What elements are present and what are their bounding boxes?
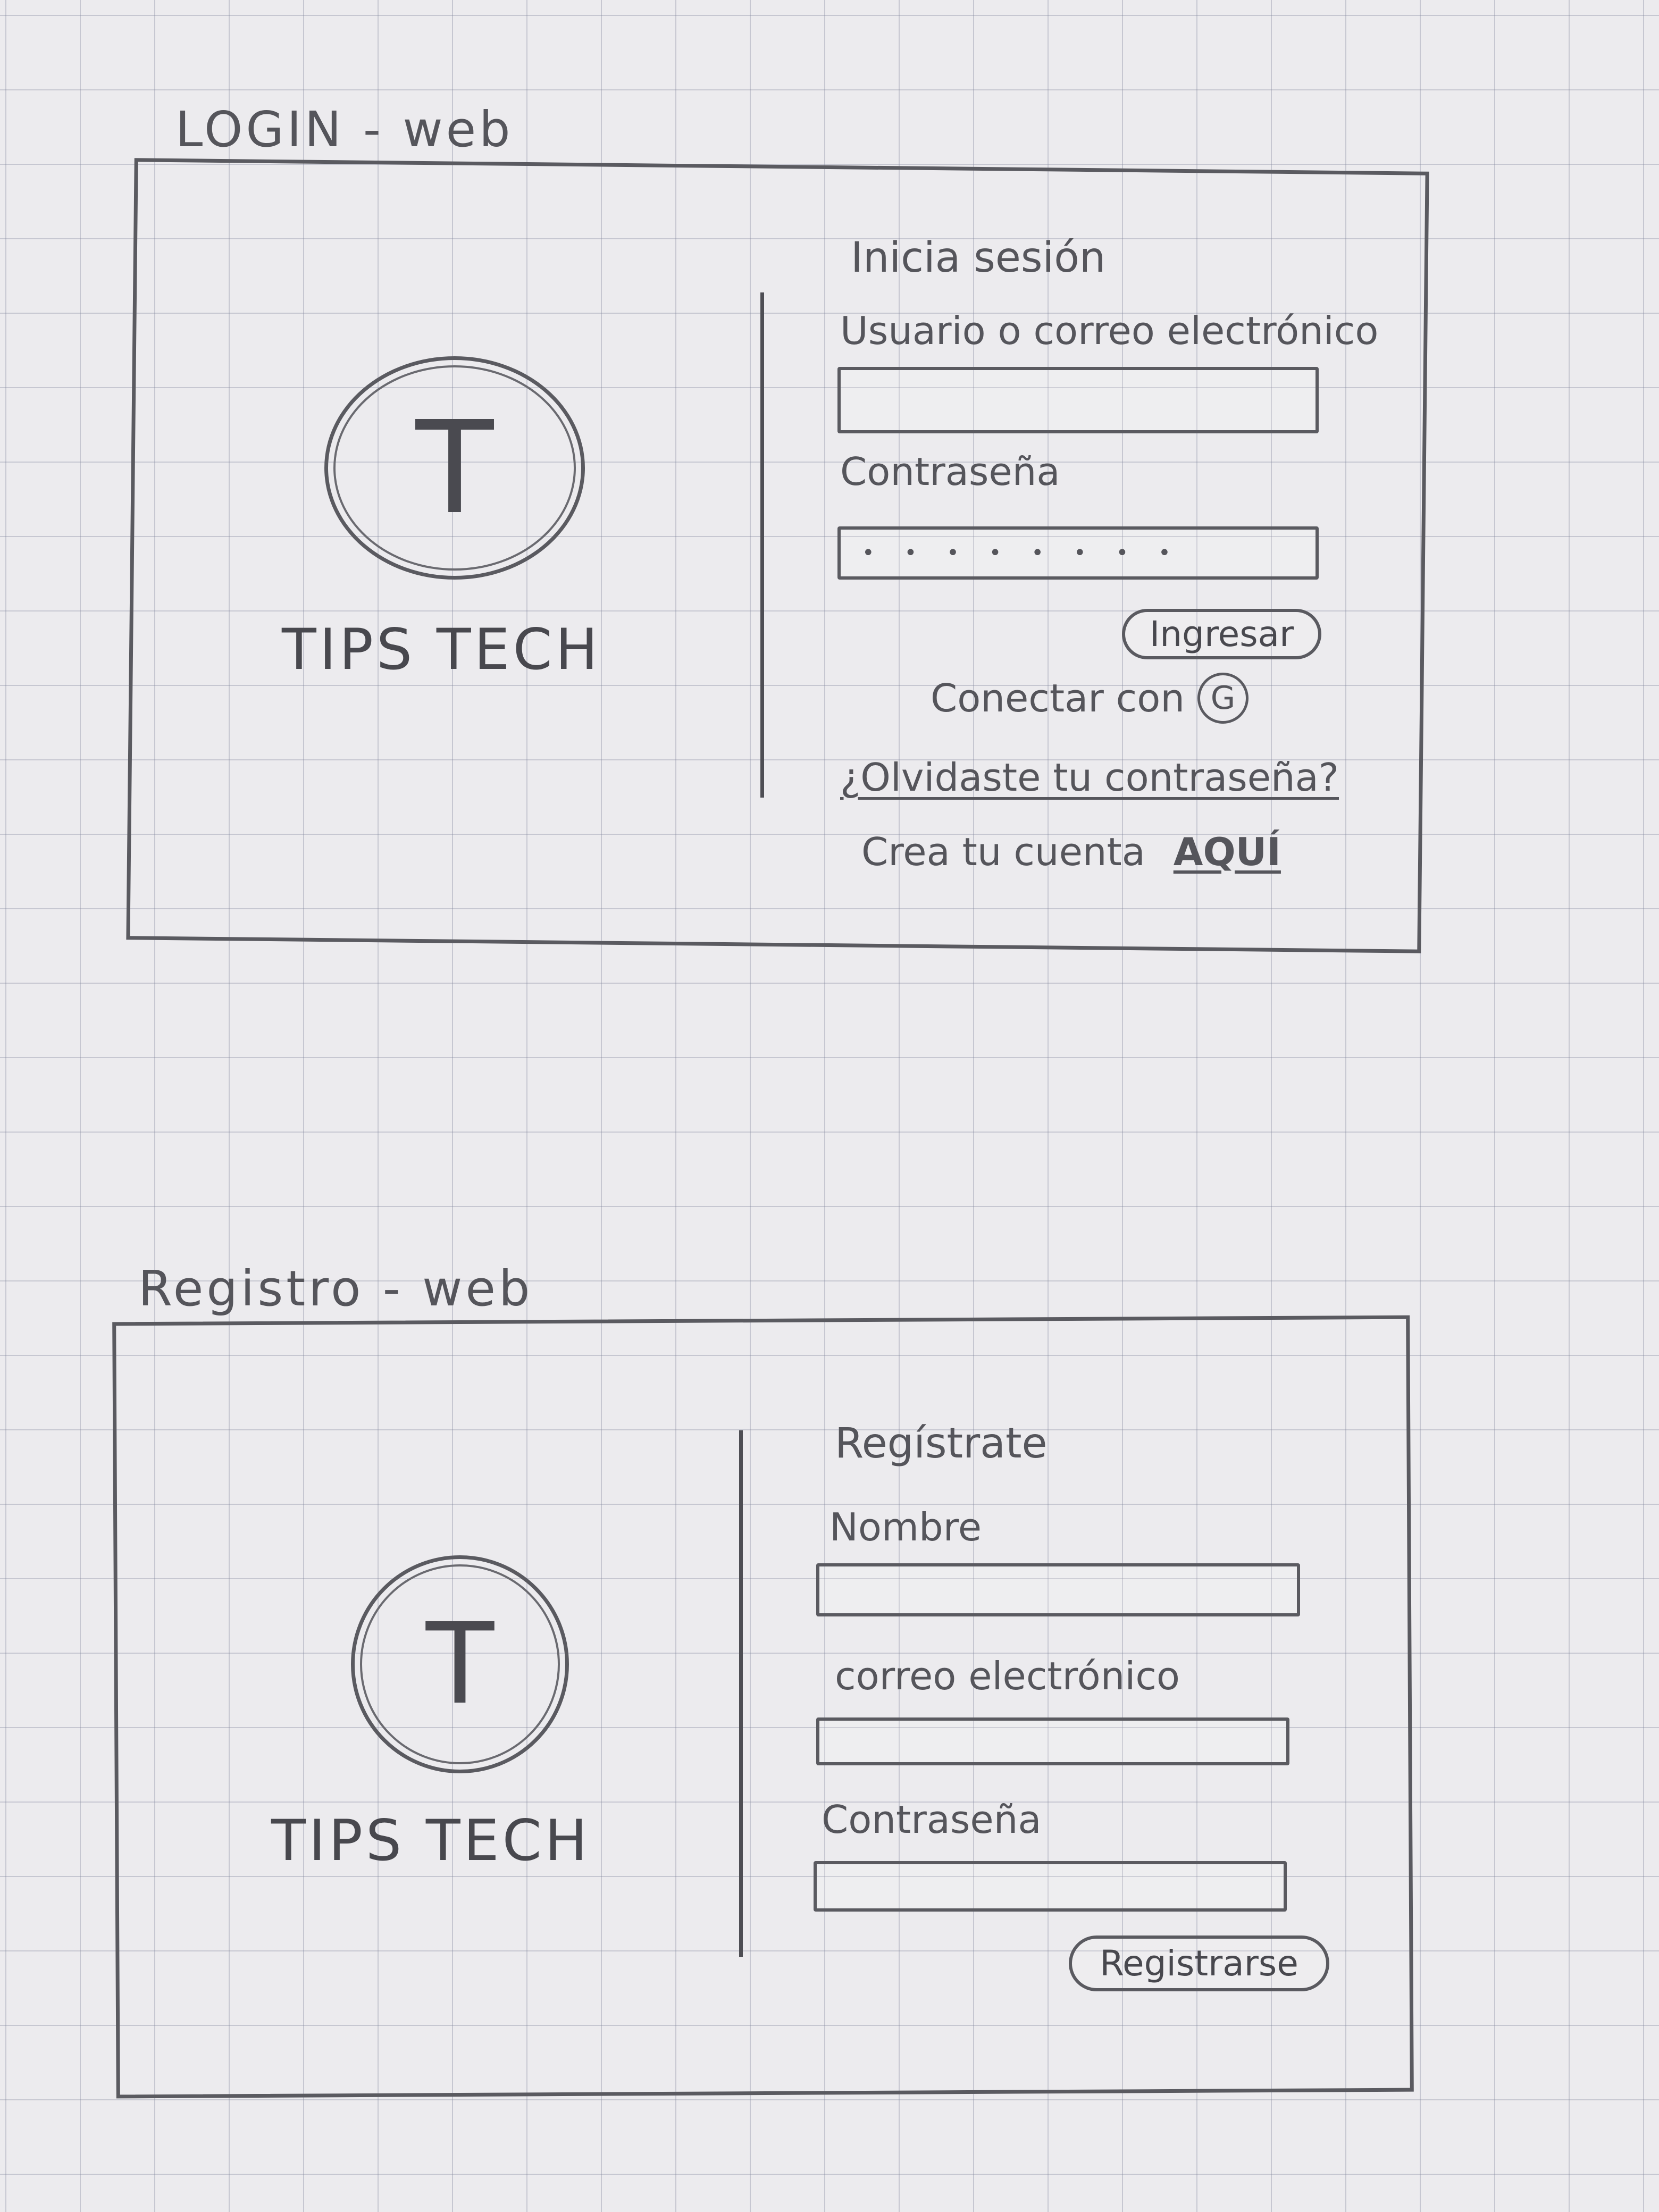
google-connect-label: Conectar con xyxy=(931,676,1185,720)
password-input[interactable]: •••••••• xyxy=(837,526,1319,580)
create-account-text: Crea tu cuenta xyxy=(861,830,1145,874)
forgot-password-link[interactable]: ¿Olvidaste tu contraseña? xyxy=(840,755,1339,800)
name-label: Nombre xyxy=(830,1505,982,1549)
password-value: •••••••• xyxy=(862,541,1201,565)
logo-letter: T xyxy=(425,1599,495,1729)
login-button[interactable]: Ingresar xyxy=(1122,609,1321,659)
register-divider xyxy=(739,1430,743,1957)
google-icon: G xyxy=(1197,673,1249,724)
login-divider xyxy=(760,292,764,798)
email-label: correo electrónico xyxy=(835,1654,1180,1698)
register-heading: Regístrate xyxy=(835,1420,1048,1468)
register-section-title: Registro - web xyxy=(138,1260,533,1317)
login-heading: Inicia sesión xyxy=(851,234,1106,282)
register-password-input[interactable] xyxy=(814,1861,1287,1912)
password-label: Contraseña xyxy=(840,449,1060,494)
username-label: Usuario o correo electrónico xyxy=(840,308,1379,353)
login-brand-name: TIPS TECH xyxy=(282,617,601,682)
logo-letter: T xyxy=(415,393,494,542)
google-connect-button[interactable]: Conectar con G xyxy=(931,673,1249,724)
email-input[interactable] xyxy=(816,1717,1289,1765)
create-account-link[interactable]: AQUÍ xyxy=(1174,830,1281,874)
name-input[interactable] xyxy=(816,1563,1300,1616)
login-logo: T xyxy=(324,356,585,580)
register-brand-name: TIPS TECH xyxy=(271,1808,591,1873)
register-logo: T xyxy=(351,1555,569,1773)
register-button[interactable]: Registrarse xyxy=(1069,1936,1329,1991)
register-password-label: Contraseña xyxy=(822,1797,1042,1842)
username-input[interactable] xyxy=(837,367,1319,433)
login-section-title: LOGIN - web xyxy=(175,101,514,158)
create-account-row: Crea tu cuenta AQUÍ xyxy=(861,830,1281,874)
